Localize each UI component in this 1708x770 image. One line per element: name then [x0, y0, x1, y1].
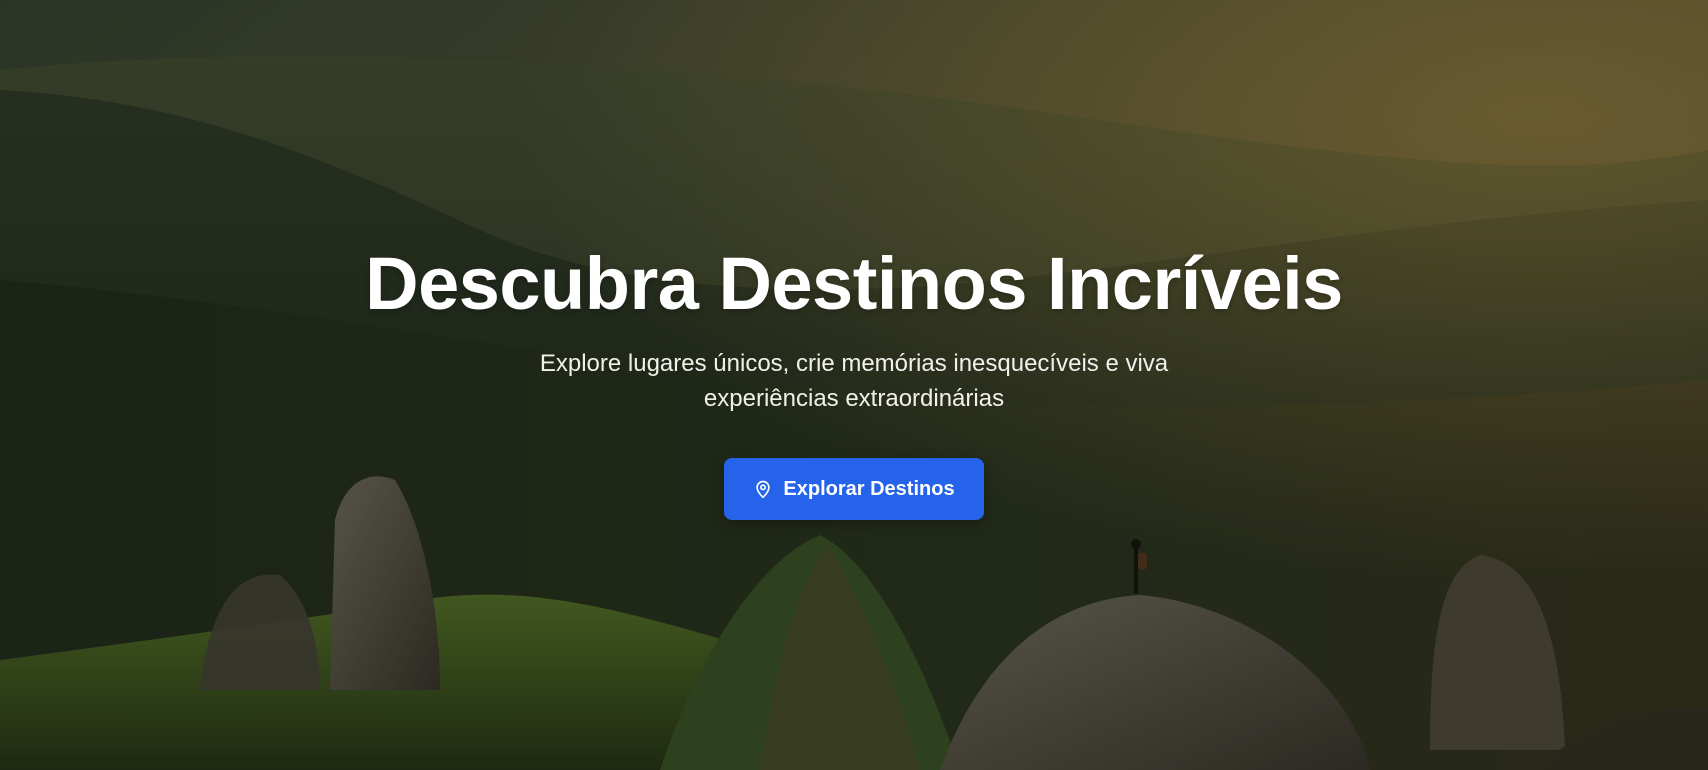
hero-section: Descubra Destinos Incríveis Explore luga… [0, 0, 1708, 770]
explore-destinations-button[interactable]: Explorar Destinos [724, 458, 984, 520]
hero-content: Descubra Destinos Incríveis Explore luga… [0, 236, 1708, 520]
explore-destinations-label: Explorar Destinos [783, 477, 955, 500]
hero-title: Descubra Destinos Incríveis [365, 242, 1343, 325]
map-pin-icon [753, 479, 773, 499]
hero-subtitle: Explore lugares únicos, crie memórias in… [539, 350, 1169, 412]
